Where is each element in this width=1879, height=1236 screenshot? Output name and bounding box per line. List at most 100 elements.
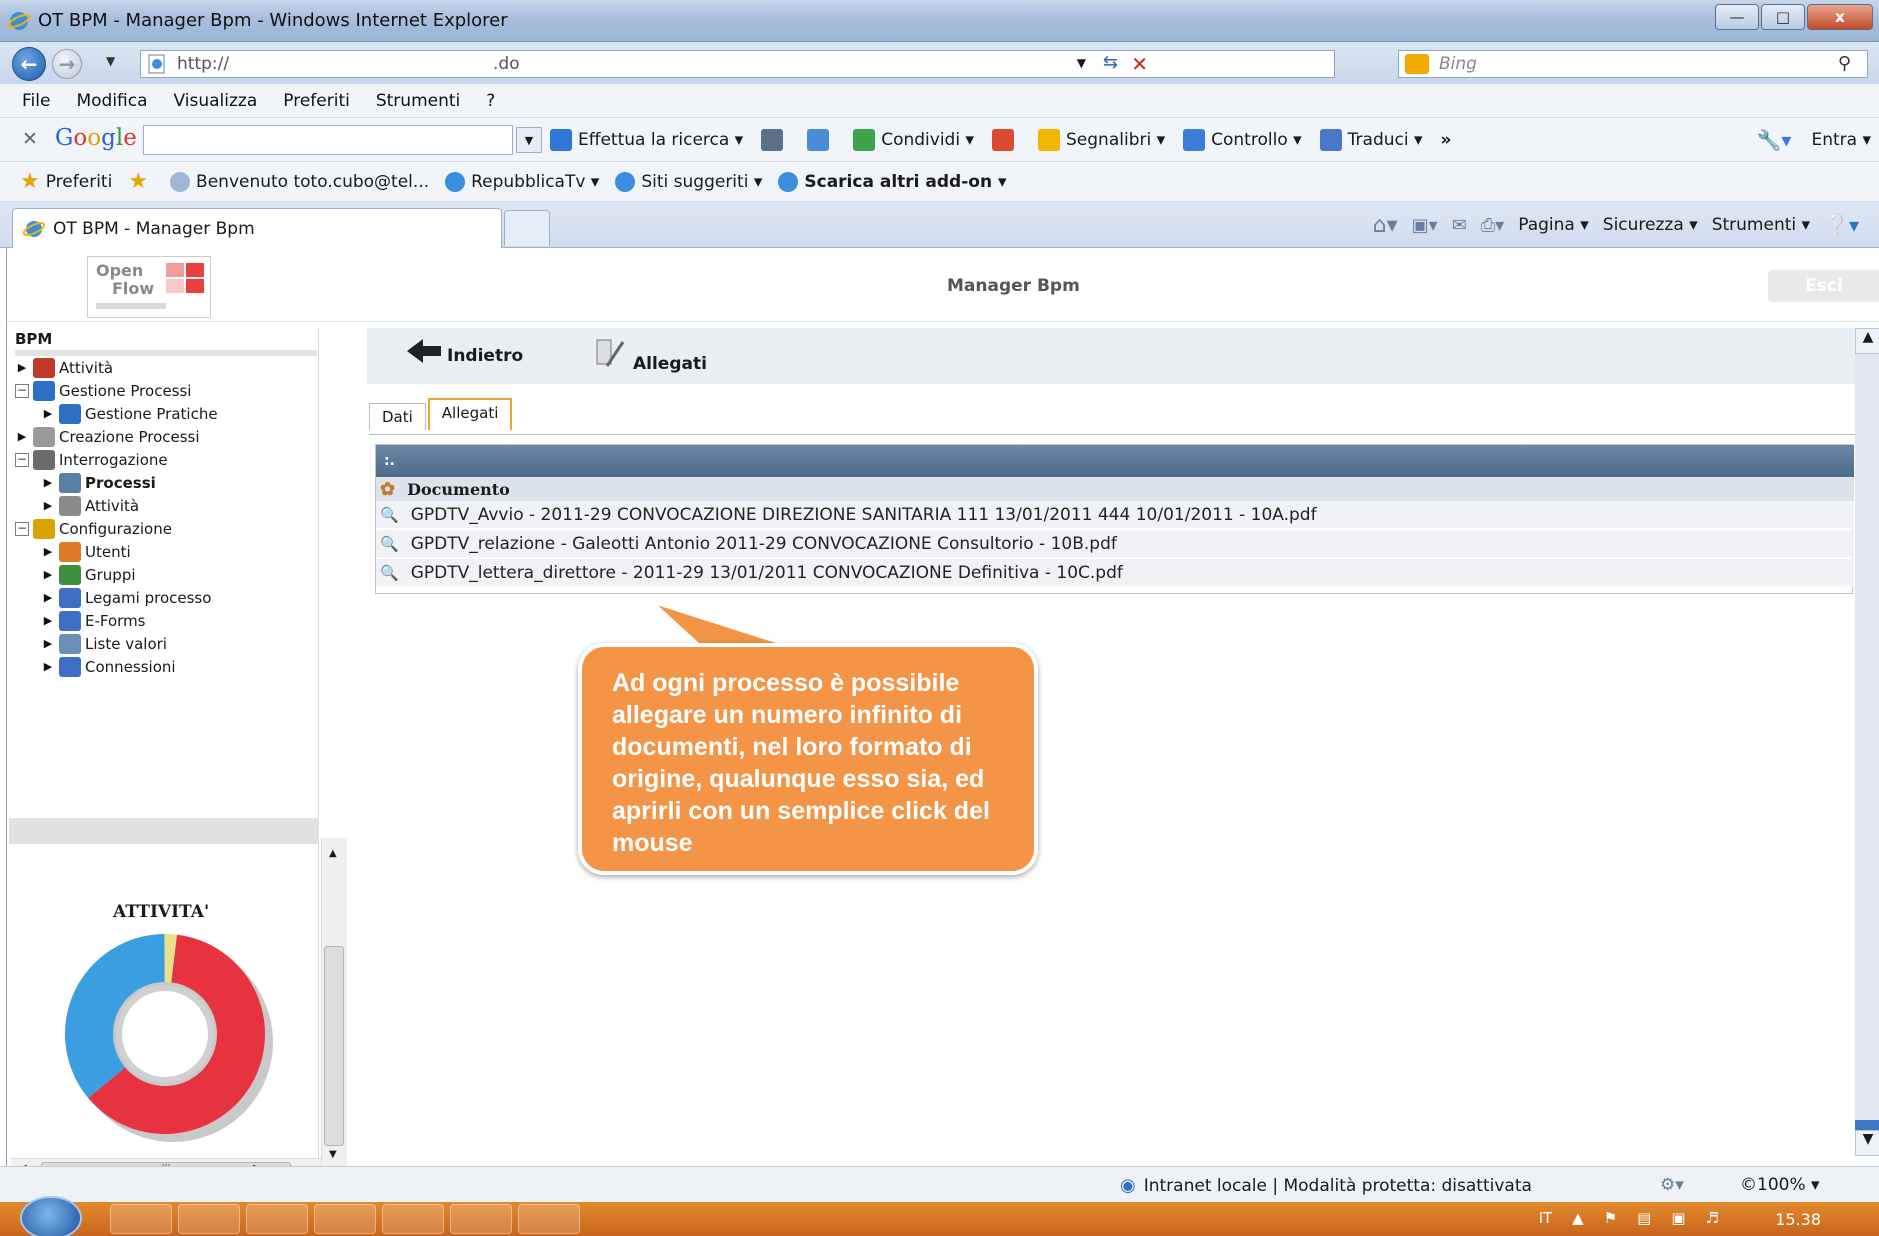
tree-node[interactable]: ▶ Utenti [15, 540, 218, 563]
tree-node[interactable]: ▶ Creazione Processi [15, 425, 218, 448]
new-tab-button[interactable] [504, 210, 550, 246]
back-arrow-icon[interactable]: ← [12, 47, 46, 81]
tree-node[interactable]: ▶ Liste valori [15, 632, 218, 655]
tab-dati[interactable]: Dati [369, 403, 426, 430]
clock[interactable]: 15.38 [1775, 1210, 1821, 1229]
taskbar-explorer-icon[interactable] [246, 1204, 308, 1234]
menu-help[interactable]: ? [486, 91, 495, 111]
panel-vertical-scrollbar[interactable]: ▲ ▼ [321, 838, 347, 1168]
view-document-icon[interactable]: 🔍 [380, 564, 399, 582]
table-row[interactable]: 🔍 GPDTV_Avvio - 2011-29 CONVOCAZIONE DIRE… [376, 501, 1854, 529]
google-toolbar-item[interactable]: Segnalibri ▾ [1038, 129, 1165, 151]
zoom-level[interactable]: ©100% ▾ [1740, 1175, 1820, 1195]
attachments-button[interactable]: Allegati [593, 336, 707, 374]
print-icon[interactable]: ⎙▾ [1481, 215, 1504, 236]
favorite-item[interactable]: Siti suggeriti ▾ [615, 171, 762, 192]
menu-sicurezza[interactable]: Sicurezza ▾ [1603, 215, 1698, 235]
document-link[interactable]: GPDTV_lettera_direttore - 2011-29 13/01/… [411, 563, 1123, 583]
wrench-icon[interactable]: 🔧▾ [1757, 128, 1792, 152]
favorite-item[interactable]: ★ Preferiti [20, 169, 112, 194]
minimize-button[interactable]: — [1715, 4, 1759, 30]
menu-modifica[interactable]: Modifica [76, 91, 147, 111]
home-icon[interactable]: ⌂▾ [1373, 213, 1398, 238]
favorite-item[interactable]: Benvenuto toto.cubo@tel... [170, 171, 429, 192]
tree-node[interactable]: − Gestione Processi [15, 379, 218, 402]
tree-node[interactable]: ▶ E-Forms [15, 609, 218, 632]
tree-node[interactable]: ▶ Processi [15, 471, 218, 494]
menu-file[interactable]: File [22, 91, 50, 111]
google-toolbar-item[interactable] [761, 129, 789, 151]
favorite-item[interactable]: RepubblicaTv ▾ [445, 171, 599, 192]
maximize-button[interactable]: □ [1761, 4, 1805, 30]
expand-arrow-icon[interactable]: ▶ [15, 430, 29, 443]
google-search-input[interactable] [143, 125, 513, 155]
search-field[interactable]: Bing ⚲ [1398, 50, 1868, 78]
tree-node[interactable]: − Configurazione [15, 517, 218, 540]
view-document-icon[interactable]: 🔍 [380, 535, 399, 553]
device-icon[interactable]: ▤ [1637, 1209, 1651, 1227]
table-row[interactable]: 🔍 GPDTV_lettera_direttore - 2011-29 13/01… [376, 559, 1854, 587]
expand-arrow-icon[interactable]: ▶ [41, 637, 55, 650]
refresh-icon[interactable]: ⇆ [1103, 52, 1118, 73]
collapse-icon[interactable]: − [15, 383, 29, 398]
favorite-item[interactable]: ★ [128, 169, 154, 194]
expand-arrow-icon[interactable]: ▶ [41, 591, 55, 604]
tree-node[interactable]: − Interrogazione [15, 448, 218, 471]
help-icon[interactable]: ❔▾ [1824, 213, 1859, 237]
taskbar-pdf-icon[interactable] [450, 1204, 512, 1234]
volume-icon[interactable]: ♬ [1706, 1209, 1719, 1227]
feeds-icon[interactable]: ▣▾ [1412, 215, 1438, 236]
close-button[interactable]: x [1807, 4, 1873, 30]
expand-arrow-icon[interactable]: ▶ [15, 361, 29, 374]
expand-arrow-icon[interactable]: ▶ [41, 499, 55, 512]
taskbar-app-icon[interactable] [314, 1204, 376, 1234]
google-toolbar-item[interactable]: Controllo ▾ [1183, 129, 1302, 151]
tree-node[interactable]: ▶ Gestione Pratiche [15, 402, 218, 425]
table-column-header[interactable]: ✿ Documento [376, 477, 1854, 501]
back-button[interactable]: Indietro [405, 336, 523, 366]
expand-arrow-icon[interactable]: ▶ [41, 614, 55, 627]
security-zone[interactable]: ◉ Intranet locale | Modalità protetta: d… [1120, 1175, 1532, 1196]
collapse-icon[interactable]: − [15, 452, 29, 467]
tab-allegati[interactable]: Allegati [427, 398, 513, 430]
more-chevron-icon[interactable]: » [1441, 130, 1452, 150]
menu-strumenti[interactable]: Strumenti [376, 91, 460, 111]
table-row[interactable]: 🔍 GPDTV_relazione - Galeotti Antonio 2011… [376, 530, 1854, 558]
collapse-icon[interactable]: − [15, 521, 29, 536]
browser-tab[interactable]: OT BPM - Manager Bpm [12, 208, 502, 248]
taskbar-ie-icon[interactable] [178, 1204, 240, 1234]
logout-button[interactable]: Esci [1768, 270, 1879, 302]
expand-arrow-icon[interactable]: ▶ [41, 660, 55, 673]
expand-arrow-icon[interactable]: ▶ [41, 545, 55, 558]
stop-icon[interactable]: ✕ [1131, 52, 1148, 76]
taskbar-word-icon[interactable] [382, 1204, 444, 1234]
tree-node[interactable]: ▶ Connessioni [15, 655, 218, 678]
tree-node[interactable]: ▶ Attività [15, 356, 218, 379]
url-dropdown-icon[interactable]: ▼ [1077, 56, 1086, 70]
menu-visualizza[interactable]: Visualizza [174, 91, 258, 111]
google-toolbar-item[interactable]: Traduci ▾ [1319, 129, 1423, 151]
page-scrollbar[interactable]: ▲ ▼ [1855, 328, 1879, 1156]
document-link[interactable]: GPDTV_Avvio - 2011-29 CONVOCAZIONE DIREZ… [411, 505, 1317, 525]
taskbar-network-icon[interactable] [518, 1204, 580, 1234]
tree-node[interactable]: ▶ Gruppi [15, 563, 218, 586]
document-link[interactable]: GPDTV_relazione - Galeotti Antonio 2011-… [411, 534, 1117, 554]
close-toolbar-icon[interactable]: ✕ [22, 128, 38, 150]
menu-strumenti-cmd[interactable]: Strumenti ▾ [1712, 215, 1810, 235]
tree-node[interactable]: ▶ Legami processo [15, 586, 218, 609]
google-toolbar-item[interactable] [807, 129, 835, 151]
taskbar-media-icon[interactable] [110, 1204, 172, 1234]
forward-arrow-icon[interactable]: → [52, 49, 82, 79]
tray-expand-icon[interactable]: ▲ [1572, 1209, 1584, 1227]
expand-arrow-icon[interactable]: ▶ [41, 476, 55, 489]
google-toolbar-item[interactable]: Condividi ▾ [853, 129, 974, 151]
menu-pagina[interactable]: Pagina ▾ [1518, 215, 1589, 235]
tree-node[interactable]: ▶ Attività [15, 494, 218, 517]
url-field[interactable]: http:// .do ▼ ⇆ ✕ [140, 50, 1335, 78]
menu-preferiti[interactable]: Preferiti [283, 91, 350, 111]
network-icon[interactable]: ▣ [1671, 1209, 1685, 1227]
search-icon[interactable]: ⚲ [1838, 53, 1851, 74]
protected-mode-icon[interactable]: ⚙▾ [1660, 1175, 1684, 1195]
google-search-dropdown-icon[interactable]: ▼ [516, 127, 542, 153]
language-indicator[interactable]: IT [1539, 1209, 1553, 1227]
